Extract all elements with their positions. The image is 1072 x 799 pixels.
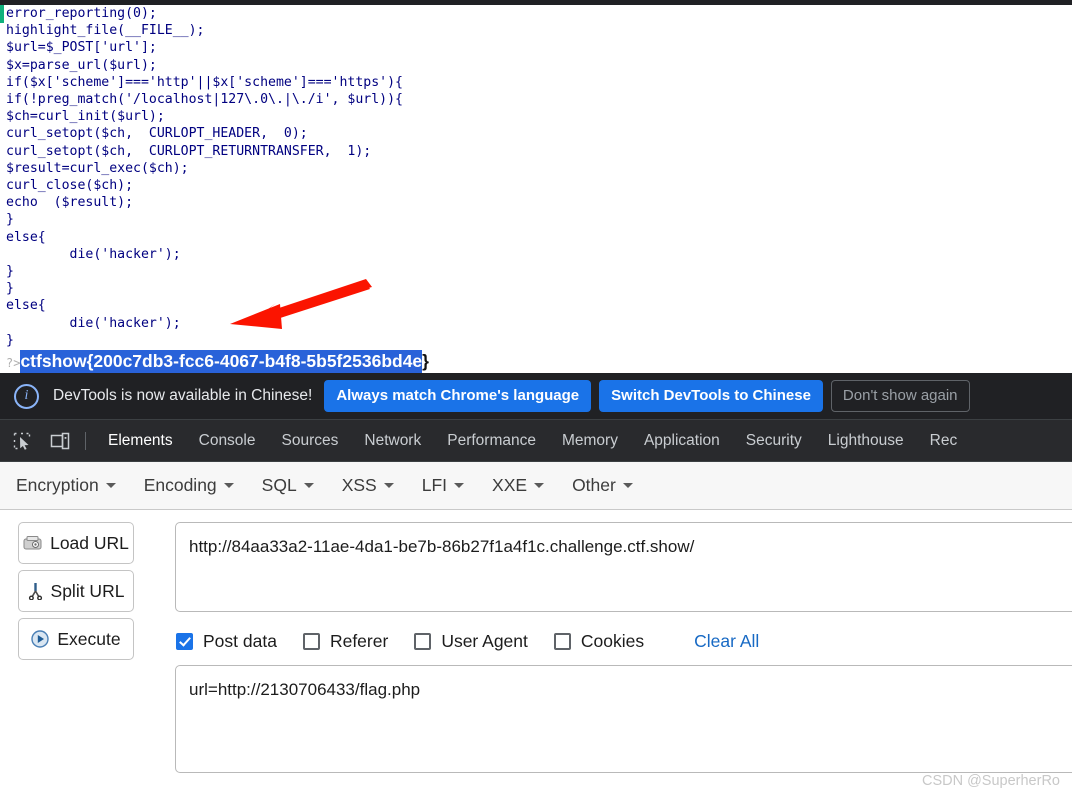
menu-xxe-label: XXE [492, 475, 528, 495]
code-line: } [6, 332, 14, 348]
menu-other-label: Other [572, 475, 616, 495]
dont-show-again-button[interactable]: Don't show again [830, 380, 970, 412]
hackbar-action-buttons: Load URL Split URL Execute [0, 522, 175, 778]
hackbar-panel: Encryption Encoding SQL XSS LFI XXE Othe… [0, 462, 1072, 795]
cookies-checkbox[interactable] [553, 632, 571, 650]
menu-encryption[interactable]: Encryption [16, 475, 116, 496]
tab-memory[interactable]: Memory [549, 420, 631, 461]
code-line: curl_setopt($ch, CURLOPT_RETURNTRANSFER,… [6, 143, 372, 159]
code-line: if($x['scheme']==='http'||$x['scheme']==… [6, 74, 403, 90]
php-source-listing: error_reporting(0); highlight_file(__FIL… [0, 5, 1072, 349]
cookies-label[interactable]: Cookies [581, 631, 644, 652]
tab-console[interactable]: Console [186, 420, 269, 461]
code-line: error_reporting(0); [6, 6, 157, 21]
code-line: highlight_file(__FILE__); [6, 23, 205, 39]
load-url-label: Load URL [50, 532, 129, 553]
always-match-language-button[interactable]: Always match Chrome's language [324, 380, 592, 412]
menu-xxe[interactable]: XXE [492, 475, 545, 496]
load-url-button[interactable]: Load URL [18, 522, 134, 564]
referer-checkbox[interactable] [302, 632, 320, 650]
flag-output-line: ?>ctfshow{200c7db3-fcc6-4067-b4f8-5b5f25… [6, 350, 429, 373]
chevron-down-icon [622, 483, 633, 488]
post-data-input[interactable] [175, 665, 1072, 773]
switch-to-chinese-button[interactable]: Switch DevTools to Chinese [599, 380, 823, 412]
execute-icon [31, 630, 50, 648]
code-line: echo ($result); [6, 195, 134, 211]
flag-text-selected[interactable]: ctfshow{200c7db3-fcc6-4067-b4f8-5b5f2536… [20, 350, 423, 373]
menu-sql[interactable]: SQL [262, 475, 314, 496]
code-line: die('hacker'); [6, 246, 181, 262]
inspect-element-icon[interactable] [6, 427, 38, 455]
php-source-code-area: error_reporting(0); highlight_file(__FIL… [0, 5, 1072, 373]
device-toolbar-icon[interactable] [44, 427, 76, 455]
load-url-icon [23, 535, 42, 552]
code-line: } [6, 264, 14, 280]
hackbar-menu-bar: Encryption Encoding SQL XSS LFI XXE Othe… [0, 462, 1072, 510]
menu-xss-label: XSS [341, 475, 377, 495]
chevron-down-icon [105, 483, 116, 488]
chevron-down-icon [454, 483, 465, 488]
flag-text-tail: } [422, 351, 429, 371]
menu-encryption-label: Encryption [16, 475, 99, 495]
user-agent-label[interactable]: User Agent [441, 631, 528, 652]
code-line: else{ [6, 229, 46, 245]
hackbar-body: Load URL Split URL Execute http://84aa33… [0, 510, 1072, 778]
code-line: else{ [6, 298, 46, 314]
code-line: curl_close($ch); [6, 178, 134, 194]
clear-all-link[interactable]: Clear All [694, 631, 759, 652]
banner-message: DevTools is now available in Chinese! [53, 387, 313, 404]
execute-button[interactable]: Execute [18, 618, 134, 660]
menu-other[interactable]: Other [572, 475, 633, 496]
tab-lighthouse[interactable]: Lighthouse [815, 420, 917, 461]
hackbar-fields: Post data Referer User Agent Cookies Cle… [175, 522, 1072, 778]
menu-encoding-label: Encoding [143, 475, 217, 495]
tab-network[interactable]: Network [351, 420, 434, 461]
chevron-down-icon [223, 483, 234, 488]
code-start-marker [0, 5, 4, 23]
devtools-tab-strip: Elements Console Sources Network Perform… [0, 420, 1072, 462]
user-agent-checkbox[interactable] [414, 632, 432, 650]
watermark-text: CSDN @SuperherRo [921, 773, 1060, 789]
info-icon: i [14, 383, 39, 409]
tab-elements[interactable]: Elements [95, 420, 186, 461]
menu-sql-label: SQL [261, 475, 297, 495]
code-line: die('hacker'); [6, 315, 181, 331]
post-data-checkbox[interactable] [176, 632, 193, 650]
menu-lfi[interactable]: LFI [421, 475, 465, 496]
code-line: } [6, 212, 14, 228]
code-line: if(!preg_match('/localhost|127\.0\.|\./i… [6, 92, 403, 108]
tab-application[interactable]: Application [631, 420, 733, 461]
menu-encoding[interactable]: Encoding [144, 475, 234, 496]
code-line: $ch=curl_init($url); [6, 109, 165, 125]
split-url-icon [28, 582, 43, 600]
split-url-label: Split URL [50, 580, 125, 601]
toolbar-divider [85, 431, 86, 450]
tab-sources[interactable]: Sources [269, 420, 352, 461]
tab-recorder[interactable]: Rec [917, 420, 971, 461]
execute-label: Execute [57, 628, 121, 649]
code-line: $result=curl_exec($ch); [6, 160, 189, 176]
chevron-down-icon [534, 483, 545, 488]
split-url-button[interactable]: Split URL [18, 570, 134, 612]
devtools-language-banner: i DevTools is now available in Chinese! … [0, 373, 1072, 420]
referer-label[interactable]: Referer [330, 631, 388, 652]
chevron-down-icon [303, 483, 314, 488]
chevron-down-icon [383, 483, 394, 488]
code-line: $x=parse_url($url); [6, 57, 157, 73]
tab-performance[interactable]: Performance [434, 420, 549, 461]
code-line: } [6, 281, 14, 297]
url-input[interactable] [175, 522, 1072, 612]
post-data-label[interactable]: Post data [203, 631, 277, 652]
code-line: $url=$_POST['url']; [6, 40, 157, 56]
request-options-row: Post data Referer User Agent Cookies Cle… [175, 617, 1072, 665]
menu-xss[interactable]: XSS [342, 475, 394, 496]
php-closing-tag: ?> [6, 356, 21, 370]
tab-security[interactable]: Security [733, 420, 815, 461]
code-line: curl_setopt($ch, CURLOPT_HEADER, 0); [6, 126, 308, 142]
menu-lfi-label: LFI [421, 475, 448, 495]
